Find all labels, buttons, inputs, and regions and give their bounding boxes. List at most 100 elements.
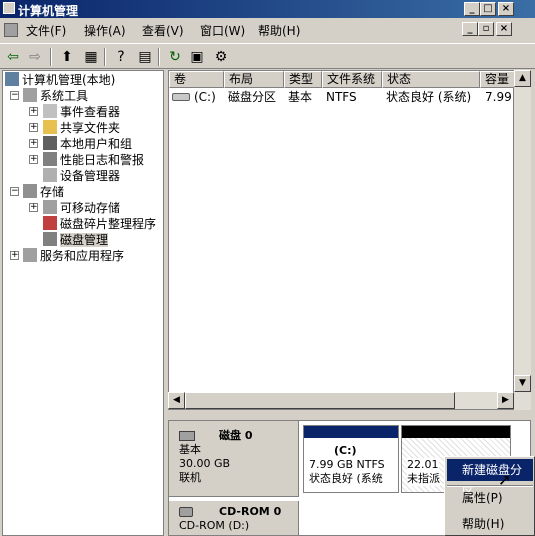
menu-view[interactable]: 查看(V) — [142, 22, 184, 39]
partition-status: 状态良好 (系统 — [309, 472, 383, 485]
tree-item-shared-folders[interactable]: 共享文件夹 — [43, 120, 120, 136]
child-restore-button[interactable]: ▫ — [478, 22, 494, 36]
drive-icon — [172, 93, 190, 101]
unallocated-size: 22.01 — [407, 458, 439, 472]
expand-icon[interactable]: + — [29, 107, 38, 116]
refresh-icon[interactable]: ↻ — [166, 48, 184, 66]
disk0-status: 联机 — [179, 471, 201, 484]
menu-file[interactable]: 文件(F) — [26, 22, 66, 39]
partition-label: (C:) — [334, 444, 357, 457]
menu-window[interactable]: 窗口(W) — [200, 22, 245, 39]
vertical-scrollbar[interactable]: ▲ ▼ — [514, 70, 531, 410]
partition-size: 7.99 GB NTFS — [309, 458, 385, 471]
tree-label-selected: 磁盘管理 — [60, 233, 109, 247]
show-tree-icon[interactable]: ▦ — [82, 48, 100, 66]
properties-icon[interactable]: ▤ — [136, 48, 154, 66]
close-button[interactable]: × — [498, 2, 514, 16]
menu-item-help[interactable]: 帮助(H) — [447, 513, 533, 535]
tree-label: 性能日志和警报 — [60, 153, 145, 167]
expand-icon[interactable]: + — [29, 203, 38, 212]
disk0-info[interactable]: 磁盘 0 基本 30.00 GB 联机 — [169, 421, 299, 497]
tree-item-root[interactable]: 计算机管理(本地) — [5, 72, 115, 88]
menu-bar: 文件(F) 操作(A) 查看(V) 窗口(W) 帮助(H) _ ▫ × — [0, 19, 535, 41]
partition-bar — [304, 426, 398, 438]
expand-icon[interactable]: + — [29, 139, 38, 148]
tree-item-disk-management[interactable]: 磁盘管理 — [43, 232, 109, 248]
forward-icon[interactable]: ⇨ — [26, 48, 44, 66]
cdrom-name: CD-ROM 0 — [219, 505, 282, 518]
column-header-status[interactable]: 状态 — [382, 71, 480, 88]
console-tree: 计算机管理(本地) − 系统工具 + 事件查看器 + 共享文件夹 + 本地用户和… — [2, 70, 164, 536]
cell-status: 状态良好 (系统) — [386, 90, 472, 104]
tree-item-perf-logs[interactable]: 性能日志和警报 — [43, 152, 144, 168]
child-close-button[interactable]: × — [496, 22, 512, 36]
cell-type: 基本 — [288, 90, 313, 104]
disk-management-icon — [43, 232, 57, 246]
window-title: 计算机管理 — [18, 4, 79, 18]
expand-icon[interactable]: + — [29, 123, 38, 132]
tree-item-system-tools[interactable]: 系统工具 — [23, 88, 88, 104]
users-icon — [43, 136, 57, 150]
child-minimize-button[interactable]: _ — [462, 22, 478, 36]
column-header-type[interactable]: 类型 — [284, 71, 322, 88]
tree-label: 存储 — [40, 185, 65, 199]
menu-item-properties[interactable]: 属性(P) — [447, 487, 533, 509]
disk0-type: 基本 — [179, 443, 201, 456]
removable-storage-icon — [43, 200, 57, 214]
tree-item-local-users[interactable]: 本地用户和组 — [43, 136, 132, 152]
tree-item-storage[interactable]: 存储 — [23, 184, 64, 200]
horizontal-scrollbar[interactable]: ◀ ▶ — [168, 392, 514, 409]
tree-item-defrag[interactable]: 磁盘碎片整理程序 — [43, 216, 156, 232]
column-header-filesystem[interactable]: 文件系统 — [322, 71, 382, 88]
tree-label: 本地用户和组 — [60, 137, 133, 151]
toolbar-separator — [50, 48, 52, 66]
computer-icon — [5, 72, 19, 86]
column-header-layout[interactable]: 布局 — [224, 71, 284, 88]
expand-icon[interactable]: + — [10, 251, 19, 260]
expand-icon[interactable]: + — [29, 155, 38, 164]
cdrom-icon — [179, 507, 193, 517]
tree-item-services[interactable]: 服务和应用程序 — [23, 248, 124, 264]
collapse-icon[interactable]: − — [10, 91, 19, 100]
partition-c[interactable]: (C:) 7.99 GB NTFS 状态良好 (系统 — [303, 425, 399, 493]
scroll-left-icon[interactable]: ◀ — [168, 392, 185, 409]
cdrom-drive: CD-ROM (D:) — [179, 519, 250, 532]
scroll-right-icon[interactable]: ▶ — [497, 392, 514, 409]
device-manager-icon — [43, 168, 57, 182]
tree-label: 服务和应用程序 — [40, 249, 125, 263]
tree-item-device-manager[interactable]: 设备管理器 — [43, 168, 120, 184]
window-titlebar: 计算机管理 _ □ × — [0, 0, 535, 18]
help-icon[interactable]: ? — [112, 48, 130, 66]
scroll-down-icon[interactable]: ▼ — [514, 375, 531, 392]
cdrom-info[interactable]: CD-ROM 0 CD-ROM (D:) — [169, 501, 299, 535]
cell-filesystem: NTFS — [326, 90, 357, 104]
context-menu: 新建磁盘分区 属性(P) 帮助(H) — [444, 456, 535, 536]
export-icon[interactable]: ▣ — [188, 48, 206, 66]
tree-label: 事件查看器 — [60, 105, 121, 119]
settings-icon[interactable]: ⚙ — [212, 48, 230, 66]
unallocated-status: 未指派 — [407, 472, 440, 486]
cell-layout: 磁盘分区 — [228, 90, 277, 104]
tree-label: 设备管理器 — [60, 169, 121, 183]
column-header-volume[interactable]: 卷 — [169, 71, 224, 88]
scroll-thumb[interactable] — [185, 392, 455, 409]
mmc-icon[interactable] — [4, 23, 18, 37]
toolbar: ⇦ ⇨ ⬆ ▦ ? ▤ ↻ ▣ ⚙ — [0, 43, 535, 69]
defrag-icon — [43, 216, 57, 230]
tree-item-removable-storage[interactable]: 可移动存储 — [43, 200, 120, 216]
tree-item-event-viewer[interactable]: 事件查看器 — [43, 104, 120, 120]
minimize-button[interactable]: _ — [464, 2, 480, 16]
tools-icon — [23, 88, 37, 102]
menu-item-new-partition[interactable]: 新建磁盘分区 — [447, 459, 533, 499]
collapse-icon[interactable]: − — [10, 187, 19, 196]
menu-action[interactable]: 操作(A) — [84, 22, 126, 39]
tree-label: 系统工具 — [40, 89, 89, 103]
tree-label: 计算机管理(本地) — [22, 73, 116, 87]
up-folder-icon[interactable]: ⬆ — [58, 48, 76, 66]
back-icon[interactable]: ⇦ — [4, 48, 22, 66]
disk-icon — [179, 431, 195, 441]
maximize-button[interactable]: □ — [480, 2, 496, 16]
tree-label: 可移动存储 — [60, 201, 121, 215]
scroll-up-icon[interactable]: ▲ — [514, 70, 531, 87]
menu-help[interactable]: 帮助(H) — [258, 22, 300, 39]
